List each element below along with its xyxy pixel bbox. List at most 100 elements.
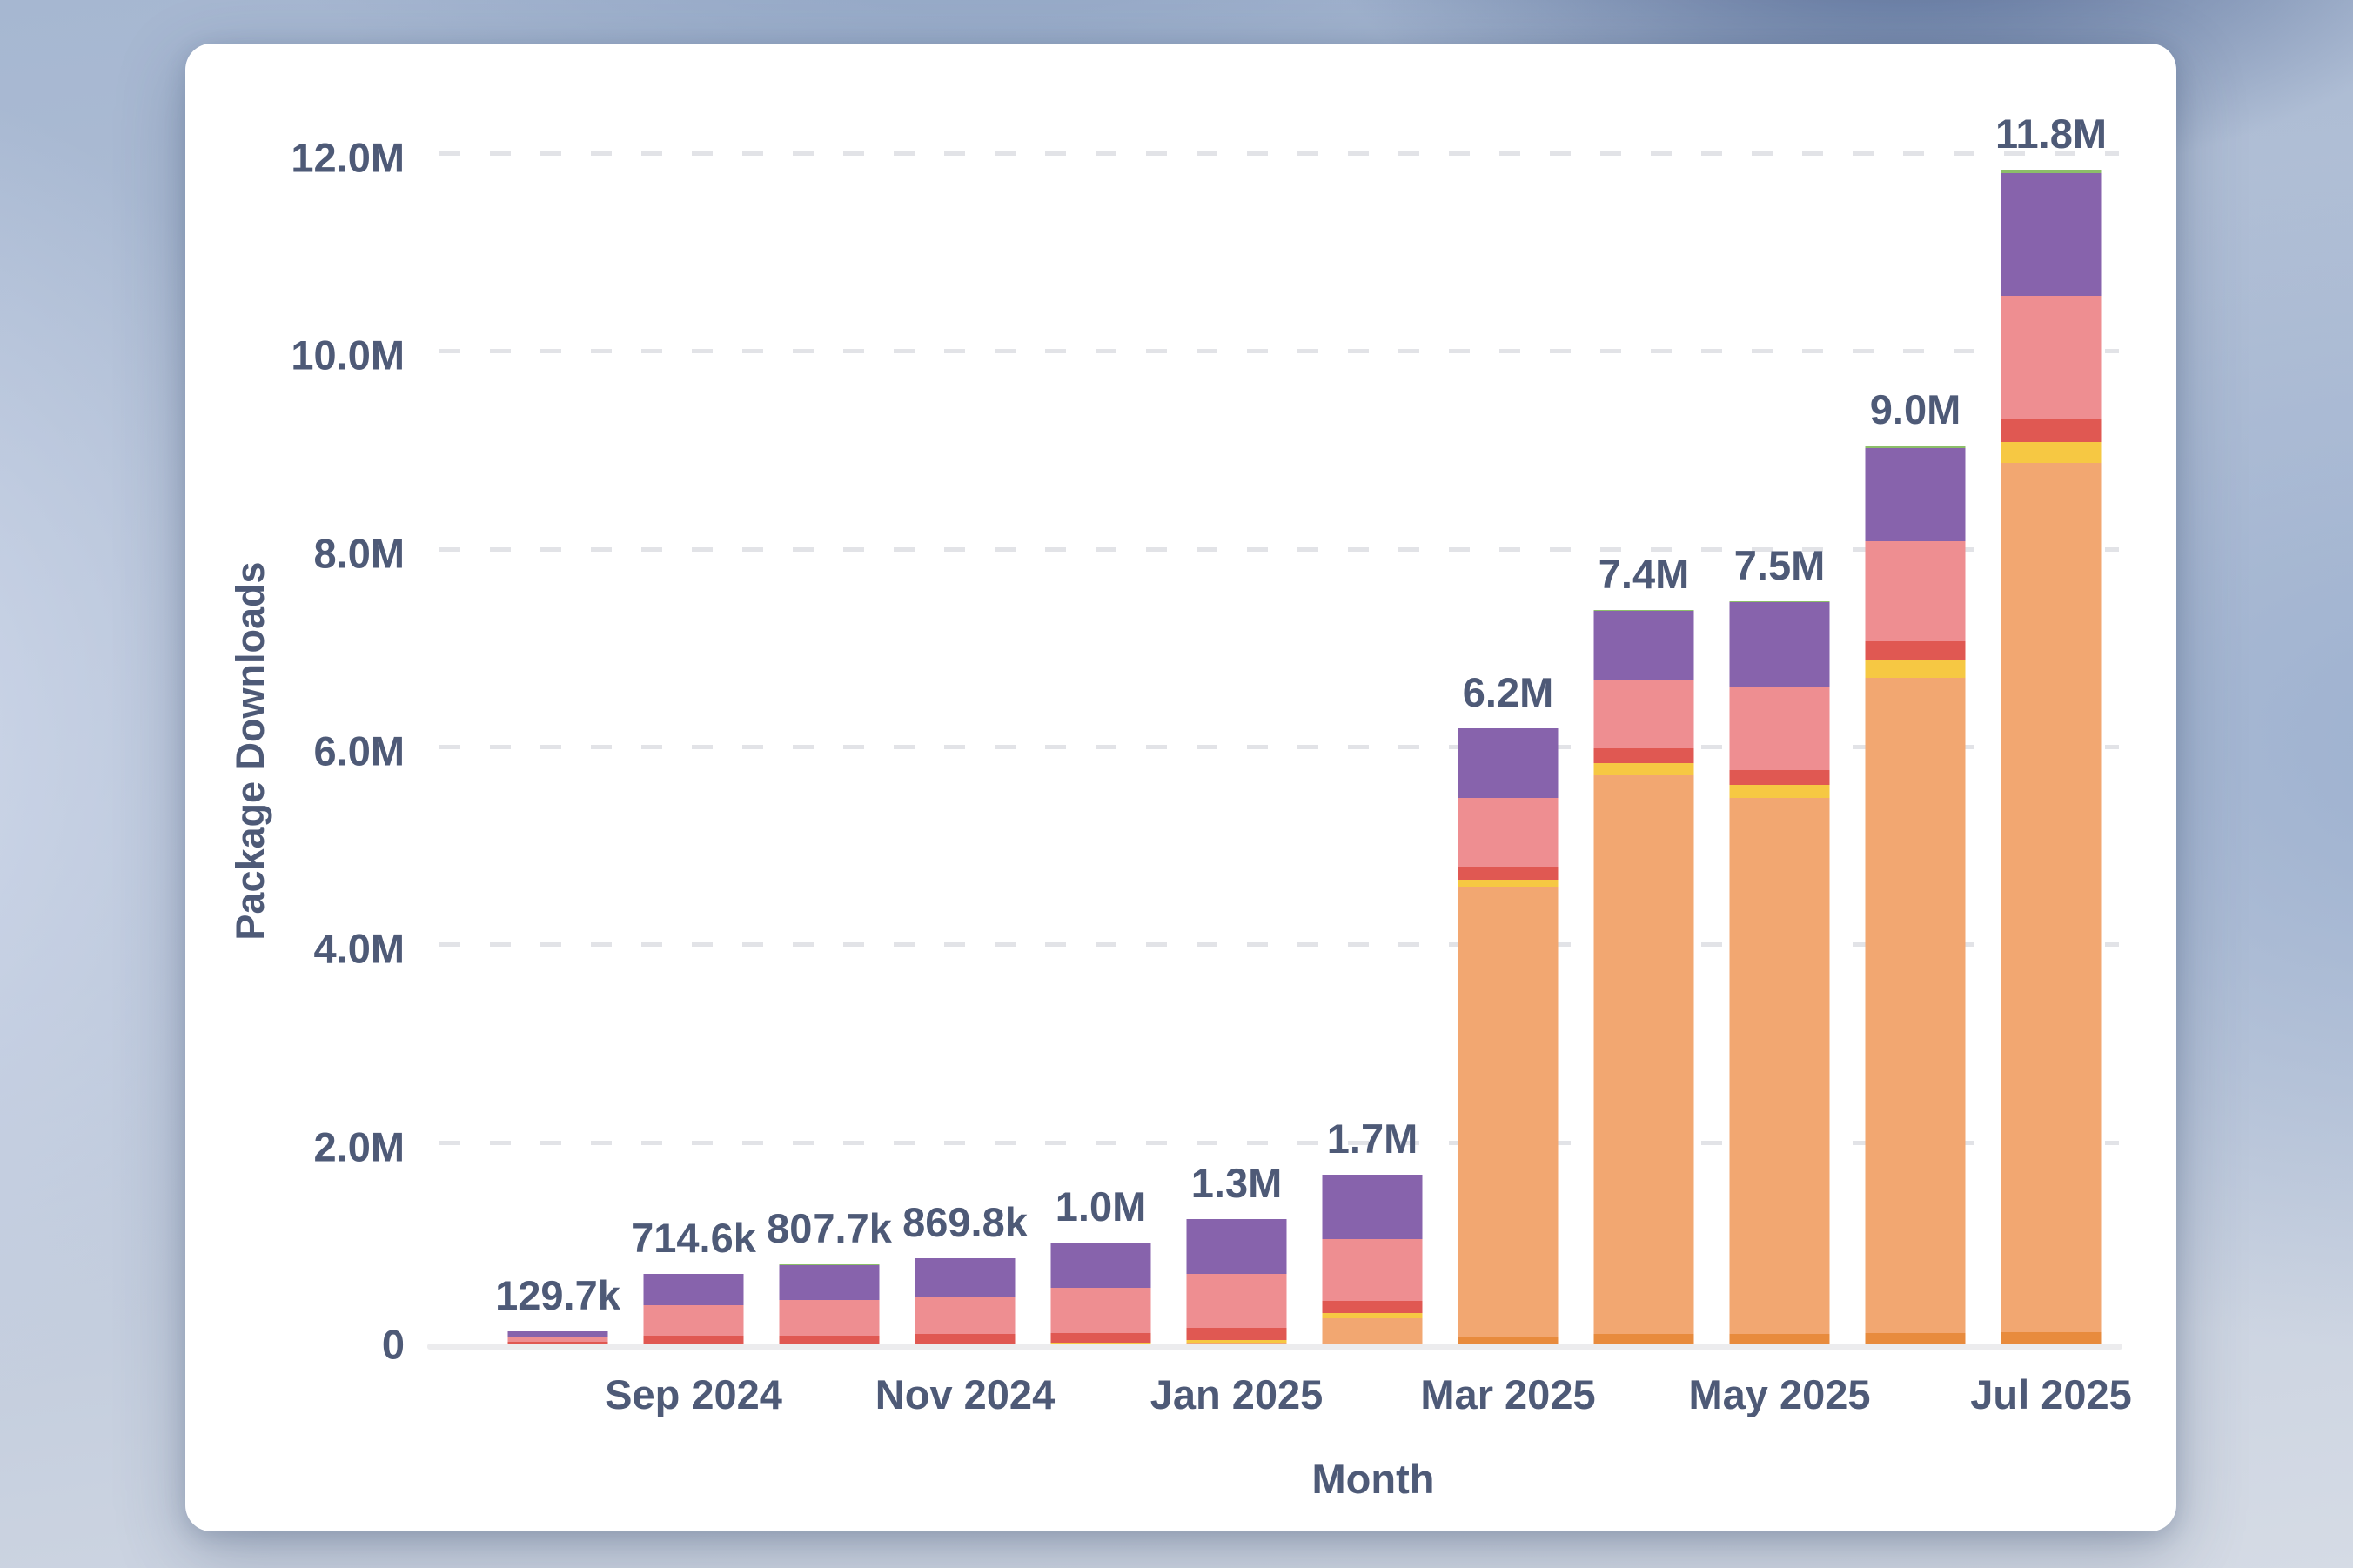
bar-segment-yellow — [1866, 660, 1966, 678]
bar-slot: 807.7k — [761, 157, 897, 1344]
bar-segment-orange — [1866, 678, 1966, 1333]
bar-segment-purple — [1187, 1219, 1287, 1274]
stacked-bar: 714.6k — [644, 1274, 744, 1344]
stacked-bar: 807.7k — [780, 1264, 880, 1344]
y-tick-label: 12.0M — [291, 134, 405, 182]
y-tick-label: 2.0M — [314, 1122, 406, 1170]
bar-slot: May 20257.5M — [1712, 157, 1847, 1344]
bar-segment-purple — [1594, 611, 1694, 680]
x-axis-line — [427, 1344, 2122, 1350]
bar-value-label: 714.6k — [631, 1214, 756, 1262]
stacked-bar: 11.8M — [2001, 170, 2102, 1344]
y-tick-label: 8.0M — [314, 529, 406, 577]
bar-value-label: 7.5M — [1734, 541, 1826, 589]
bar-slot: Mar 20256.2M — [1440, 157, 1576, 1344]
x-axis-title: Month — [1312, 1455, 1435, 1503]
bar-segment-purple — [915, 1258, 1016, 1297]
bar-segment-yellow — [1594, 763, 1694, 775]
bar-segment-orange — [1323, 1318, 1423, 1344]
bar-segment-orange — [1458, 887, 1559, 1337]
y-tick-label: 0 — [382, 1321, 405, 1369]
y-tick-label: 4.0M — [314, 925, 406, 973]
bar-segment-pink — [1866, 541, 1966, 641]
plot-area: 02.0M4.0M6.0M8.0M10.0M12.0M 129.7kSep 20… — [438, 157, 2119, 1344]
bar-segment-red — [1594, 748, 1694, 763]
bar-slot: Sep 2024714.6k — [626, 157, 761, 1344]
stacked-bar: 6.2M — [1458, 728, 1559, 1344]
bar-value-label: 1.3M — [1191, 1159, 1283, 1207]
bar-slot: 129.7k — [490, 157, 626, 1344]
bar-slot: Jan 20251.3M — [1169, 157, 1304, 1344]
x-tick-label: Sep 2024 — [605, 1370, 782, 1418]
y-tick-label: 6.0M — [314, 727, 406, 775]
bar-segment-red — [1051, 1333, 1151, 1343]
bar-slot: Nov 2024869.8k — [897, 157, 1033, 1344]
bar-segment-pink — [915, 1297, 1016, 1334]
bar-segment-pink — [1323, 1239, 1423, 1301]
x-tick-label: Jan 2025 — [1150, 1370, 1324, 1418]
bar-segment-purple — [1458, 728, 1559, 798]
bar-segment-pink — [1730, 687, 1830, 770]
bar-value-label: 1.0M — [1056, 1183, 1147, 1230]
bar-segment-pink — [2001, 296, 2102, 419]
bar-value-label: 7.4M — [1599, 550, 1690, 598]
bar-segment-purple — [1323, 1175, 1423, 1239]
bar-slot: 7.4M — [1576, 157, 1712, 1344]
bar-segment-purple — [1866, 448, 1966, 540]
stacked-bar: 129.7k — [508, 1331, 608, 1344]
bar-value-label: 869.8k — [902, 1198, 1028, 1246]
bar-segment-purple — [780, 1265, 880, 1301]
bar-segment-purple — [1730, 602, 1830, 687]
bars-row: 129.7kSep 2024714.6k807.7kNov 2024869.8k… — [490, 157, 2119, 1344]
bar-segment-red — [1866, 641, 1966, 660]
stacked-bar: 9.0M — [1866, 446, 1966, 1345]
bar-segment-pink — [1187, 1274, 1287, 1328]
bar-segment-pink — [1051, 1288, 1151, 1333]
bar-segment-orange — [2001, 463, 2102, 1332]
bar-segment-purple — [2001, 173, 2102, 296]
bar-value-label: 807.7k — [767, 1204, 892, 1252]
bar-slot: 9.0M — [1847, 157, 1983, 1344]
gridline — [439, 151, 2119, 156]
stacked-bar: 7.5M — [1730, 601, 1830, 1344]
bar-slot: Jul 202511.8M — [1983, 157, 2119, 1344]
bar-segment-red — [1323, 1301, 1423, 1313]
stacked-bar: 1.0M — [1051, 1243, 1151, 1344]
bar-segment-orange — [1594, 775, 1694, 1334]
bar-segment-pink — [1594, 680, 1694, 748]
bar-value-label: 11.8M — [1995, 110, 2107, 157]
bar-segment-red — [915, 1334, 1016, 1344]
bar-segment-pink — [780, 1300, 880, 1336]
bar-value-label: 9.0M — [1870, 385, 1961, 433]
x-tick-label: Jul 2025 — [1970, 1370, 2132, 1418]
bar-segment-pink — [1458, 798, 1559, 867]
stacked-bar: 7.4M — [1594, 610, 1694, 1344]
bar-segment-pink — [644, 1305, 744, 1336]
bar-segment-red — [1730, 770, 1830, 785]
chart-card: Package Downloads Month 02.0M4.0M6.0M8.0… — [185, 44, 2176, 1531]
bar-segment-dark-orange — [2001, 1332, 2102, 1344]
bar-value-label: 1.7M — [1327, 1115, 1418, 1163]
y-tick-label: 10.0M — [291, 332, 405, 379]
bar-segment-purple — [644, 1274, 744, 1305]
bar-segment-red — [1458, 867, 1559, 880]
bar-segment-red — [780, 1336, 880, 1344]
bar-slot: 1.7M — [1304, 157, 1440, 1344]
bar-segment-red — [2001, 419, 2102, 442]
stacked-bar: 1.7M — [1323, 1175, 1423, 1344]
x-tick-label: May 2025 — [1688, 1370, 1870, 1418]
bar-segment-red — [644, 1336, 744, 1344]
bar-value-label: 129.7k — [495, 1271, 620, 1319]
bar-value-label: 6.2M — [1463, 668, 1554, 716]
x-tick-label: Nov 2024 — [875, 1370, 1055, 1418]
bar-segment-red — [1187, 1328, 1287, 1340]
bar-segment-yellow — [1458, 880, 1559, 887]
y-axis-title: Package Downloads — [228, 561, 273, 940]
bar-segment-purple — [1051, 1243, 1151, 1288]
bar-segment-yellow — [1730, 785, 1830, 798]
stacked-bar: 869.8k — [915, 1258, 1016, 1344]
bar-slot: 1.0M — [1033, 157, 1169, 1344]
bar-segment-yellow — [2001, 442, 2102, 463]
bar-segment-orange — [1730, 798, 1830, 1334]
stacked-bar: 1.3M — [1187, 1219, 1287, 1344]
